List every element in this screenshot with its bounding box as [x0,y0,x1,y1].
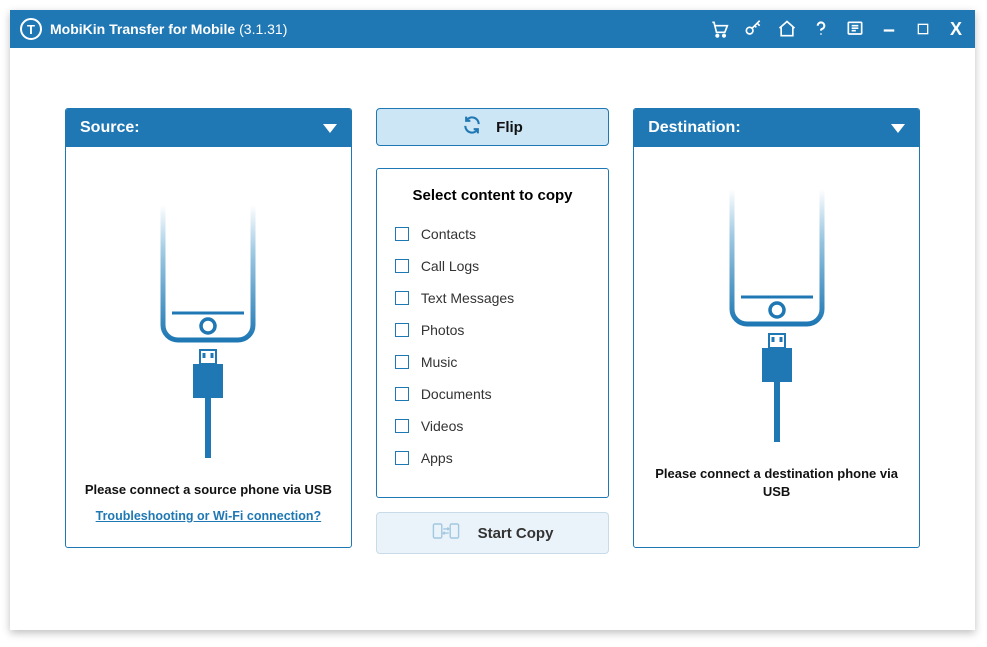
checkbox-icon[interactable] [395,355,409,369]
close-button[interactable]: X [947,19,965,40]
destination-panel-body: Please connect a destination phone via U… [634,147,919,547]
phone-usb-icon [707,189,847,459]
destination-panel: Destination: [633,108,920,548]
dropdown-icon [891,124,905,133]
start-copy-label: Start Copy [478,525,554,542]
cart-icon[interactable] [709,19,729,39]
content-type-label: Music [421,354,458,370]
home-icon[interactable] [777,19,797,39]
start-copy-button[interactable]: Start Copy [376,512,609,554]
content-type-label: Videos [421,418,464,434]
source-panel: Source: [65,108,352,548]
help-icon[interactable] [811,19,831,39]
content-checkbox-row[interactable]: Apps [395,442,590,474]
checkbox-icon[interactable] [395,227,409,241]
flip-label: Flip [496,119,523,136]
checkbox-icon[interactable] [395,323,409,337]
key-icon[interactable] [743,19,763,39]
content-checkbox-row[interactable]: Documents [395,378,590,410]
troubleshoot-link[interactable]: Troubleshooting or Wi-Fi connection? [96,509,322,523]
content-type-label: Documents [421,386,492,402]
checkbox-icon[interactable] [395,291,409,305]
dropdown-icon [323,124,337,133]
destination-panel-header[interactable]: Destination: [634,109,919,147]
destination-header-label: Destination: [648,119,740,137]
content-type-list: Contacts Call Logs Text Messages Photos Musi… [395,218,590,474]
middle-column: Flip Select content to copy Contacts Call… [376,108,609,554]
checkbox-icon[interactable] [395,419,409,433]
feedback-icon[interactable] [845,19,865,39]
title-icon-group: X [709,19,965,40]
app-version: (3.1.31) [239,21,287,37]
transfer-icon [432,520,460,546]
flip-button[interactable]: Flip [376,108,609,146]
content-checkbox-row[interactable]: Contacts [395,218,590,250]
content-checkbox-row[interactable]: Photos [395,314,590,346]
checkbox-icon[interactable] [395,387,409,401]
minimize-button[interactable] [879,19,899,39]
maximize-button[interactable] [913,19,933,39]
content-type-label: Text Messages [421,290,514,306]
refresh-icon [462,115,482,139]
content-type-label: Photos [421,322,465,338]
content-type-label: Apps [421,450,453,466]
source-header-label: Source: [80,119,140,137]
select-title: Select content to copy [395,187,590,204]
source-message: Please connect a source phone via USB [79,481,338,499]
content-select-box: Select content to copy Contacts Call Logs… [376,168,609,498]
destination-message: Please connect a destination phone via U… [644,465,909,501]
checkbox-icon[interactable] [395,451,409,465]
content-checkbox-row[interactable]: Music [395,346,590,378]
content-checkbox-row[interactable]: Videos [395,410,590,442]
content-checkbox-row[interactable]: Call Logs [395,250,590,282]
app-logo-icon: T [20,18,42,40]
app-window: T MobiKin Transfer for Mobile (3.1.31) [10,10,975,630]
app-title: MobiKin Transfer for Mobile [50,21,235,37]
content-type-label: Call Logs [421,258,479,274]
source-panel-body: Please connect a source phone via USB Tr… [66,147,351,547]
checkbox-icon[interactable] [395,259,409,273]
phone-usb-icon [138,205,278,475]
content-checkbox-row[interactable]: Text Messages [395,282,590,314]
source-panel-header[interactable]: Source: [66,109,351,147]
title-bar: T MobiKin Transfer for Mobile (3.1.31) [10,10,975,48]
main-content: Source: [10,48,975,594]
content-type-label: Contacts [421,226,476,242]
